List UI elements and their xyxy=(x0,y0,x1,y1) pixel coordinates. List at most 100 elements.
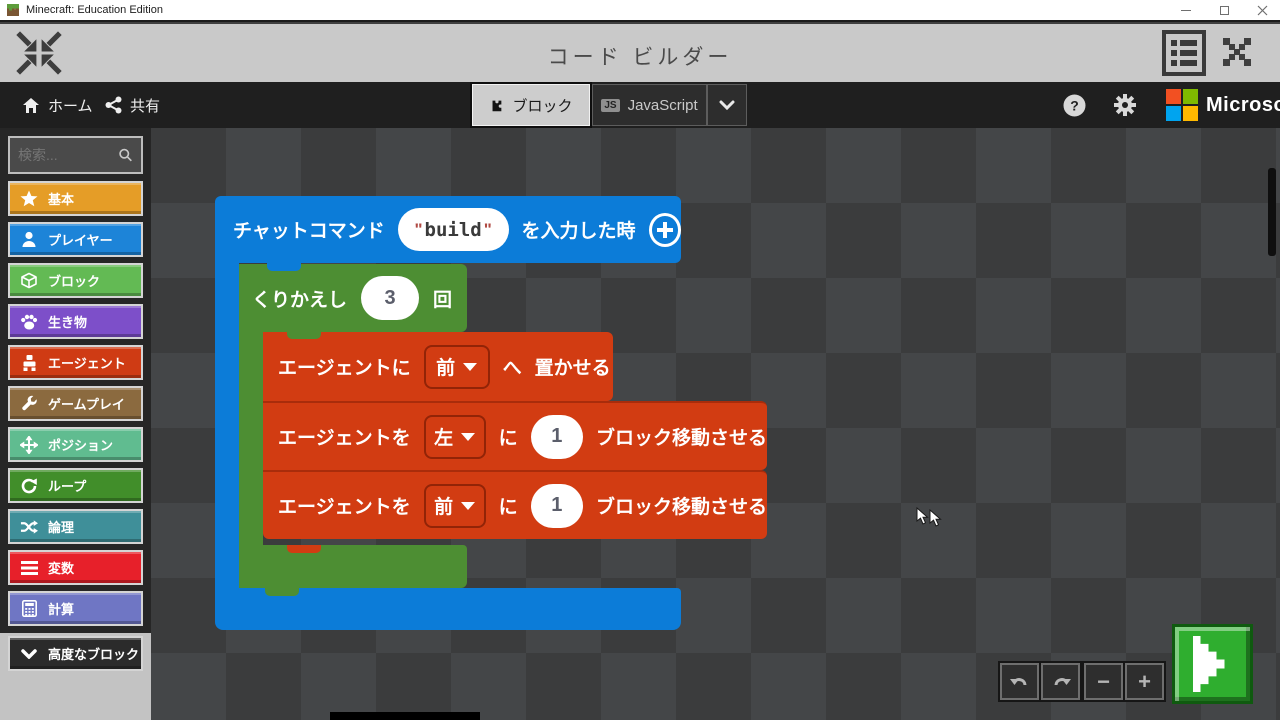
sidebar-item-label: 高度なブロック xyxy=(48,644,139,663)
chat-command-input[interactable]: " build " xyxy=(398,208,509,251)
help-button[interactable]: ? xyxy=(1063,82,1086,128)
expand-plus-icon[interactable] xyxy=(649,213,681,247)
agent-move-middle: に xyxy=(499,423,518,450)
agent-place-prefix: エージェントに xyxy=(278,353,411,380)
run-button[interactable] xyxy=(1172,624,1253,704)
sidebar-item-logic[interactable]: 論理 xyxy=(8,509,143,544)
minus-icon: − xyxy=(1097,671,1110,693)
minimize-button[interactable] xyxy=(1180,4,1192,16)
play-icon xyxy=(1193,636,1233,692)
undo-icon xyxy=(1009,673,1031,691)
tab-javascript[interactable]: JS JavaScript xyxy=(592,84,707,126)
share-button[interactable]: 共有 xyxy=(105,82,160,128)
agent-move-forward-dropdown[interactable]: 前 xyxy=(424,484,486,528)
help-icon: ? xyxy=(1063,94,1086,117)
sidebar-item-player[interactable]: プレイヤー xyxy=(8,222,143,257)
mouse-cursor xyxy=(916,507,929,525)
repeat-block-bottom-tab xyxy=(265,588,299,596)
puzzle-icon xyxy=(489,98,504,113)
dropdown-caret-icon xyxy=(461,433,475,441)
sidebar-item-blocks[interactable]: ブロック xyxy=(8,263,143,298)
chevron-down-icon xyxy=(20,645,38,663)
sidebar-item-math[interactable]: 計算 xyxy=(8,591,143,626)
home-icon xyxy=(22,97,40,114)
agent-place-block[interactable]: エージェントに 前 へ 置かせる xyxy=(263,332,613,401)
chat-command-block-spine[interactable] xyxy=(215,263,239,588)
redo-button[interactable] xyxy=(1041,663,1080,700)
tab-javascript-label: JavaScript xyxy=(628,97,698,114)
search-input[interactable] xyxy=(18,147,118,163)
sidebar-item-variables[interactable]: 変数 xyxy=(8,550,143,585)
dropdown-value: 前 xyxy=(434,492,453,519)
sidebar-item-label: ブロック xyxy=(48,271,100,290)
mouse-cursor-shadow xyxy=(929,509,942,527)
sidebar-item-agent[interactable]: エージェント xyxy=(8,345,143,380)
share-label: 共有 xyxy=(130,95,160,116)
agent-move-count-input[interactable]: 1 xyxy=(531,415,583,459)
agent-move-forward-block[interactable]: エージェントを 前 に 1 ブロック移動させる xyxy=(263,470,767,539)
sidebar-item-loops[interactable]: ループ xyxy=(8,468,143,503)
home-button[interactable]: ホーム xyxy=(22,82,93,128)
home-label: ホーム xyxy=(48,95,93,116)
repeat-block-tab xyxy=(287,331,321,339)
calculator-icon xyxy=(20,600,38,618)
search-box[interactable] xyxy=(8,136,143,174)
star-icon xyxy=(20,190,38,208)
undo-button[interactable] xyxy=(1000,663,1039,700)
repeat-count-input[interactable]: 3 xyxy=(361,276,419,320)
code-builder-header: コード ビルダー xyxy=(0,24,1280,82)
close-window-button[interactable] xyxy=(1256,4,1268,16)
window-title: Minecraft: Education Edition xyxy=(26,4,163,16)
repeat-count: 3 xyxy=(384,287,395,310)
tab-blocks[interactable]: ブロック xyxy=(472,84,590,126)
window-titlebar: Minecraft: Education Edition xyxy=(0,0,1280,22)
sidebar-item-gameplay[interactable]: ゲームプレイ xyxy=(8,386,143,421)
close-code-builder-icon[interactable] xyxy=(1222,37,1252,67)
paw-icon xyxy=(20,313,38,331)
chat-command-block[interactable]: チャットコマンド " build " を入力した時 xyxy=(215,196,681,263)
share-icon xyxy=(105,96,122,114)
sidebar-item-basic[interactable]: 基本 xyxy=(8,181,143,216)
repeat-block-footer[interactable] xyxy=(239,545,467,588)
project-list-icon[interactable] xyxy=(1162,30,1206,76)
taskbar-peek xyxy=(330,712,480,720)
zoom-in-button[interactable]: + xyxy=(1125,663,1164,700)
agent-move-left-block[interactable]: エージェントを 左 に 1 ブロック移動させる xyxy=(263,401,767,470)
toolbar: ホーム 共有 ブロック JS JavaScript xyxy=(0,82,1280,128)
agent-move-suffix: ブロック移動させる xyxy=(596,423,767,450)
agent-move-count-input[interactable]: 1 xyxy=(531,484,583,528)
cube-icon xyxy=(20,272,38,290)
js-icon: JS xyxy=(601,99,619,112)
chat-command-suffix: を入力した時 xyxy=(522,216,636,243)
agent-block-bottom-tab xyxy=(287,545,321,553)
repeat-block[interactable]: くりかえし 3 回 xyxy=(239,264,467,332)
sidebar-item-positions[interactable]: ポジション xyxy=(8,427,143,462)
sidebar-item-mobs[interactable]: 生き物 xyxy=(8,304,143,339)
settings-button[interactable] xyxy=(1113,82,1137,128)
dropdown-value: 前 xyxy=(436,353,455,380)
zoom-out-button[interactable]: − xyxy=(1084,663,1123,700)
toolbox-sidebar-footer: 高度なブロック xyxy=(0,633,151,720)
sidebar-item-label: ポジション xyxy=(48,435,113,454)
sidebar-item-advanced[interactable]: 高度なブロック xyxy=(8,636,143,671)
tab-dropdown-button[interactable] xyxy=(707,84,747,126)
move-count: 1 xyxy=(551,494,562,517)
dropdown-value: 左 xyxy=(434,423,453,450)
agent-move-suffix: ブロック移動させる xyxy=(596,492,767,519)
sidebar-item-label: ゲームプレイ xyxy=(48,394,125,413)
agent-move-prefix: エージェントを xyxy=(278,423,411,450)
restore-button[interactable] xyxy=(1218,4,1230,16)
repeat-suffix: 回 xyxy=(433,285,452,312)
redo-icon xyxy=(1050,673,1072,691)
agent-icon xyxy=(20,354,38,372)
workspace-scrollbar[interactable] xyxy=(1268,168,1276,256)
close-icon xyxy=(1257,5,1268,16)
dropdown-caret-icon xyxy=(463,363,477,371)
agent-place-direction-dropdown[interactable]: 前 xyxy=(424,345,490,389)
gear-icon xyxy=(1113,93,1137,117)
loop-icon xyxy=(20,477,38,495)
agent-move-left-dropdown[interactable]: 左 xyxy=(424,415,486,459)
chat-command-value: build xyxy=(425,219,482,241)
shuffle-icon xyxy=(20,518,38,536)
repeat-prefix: くりかえし xyxy=(252,285,347,312)
